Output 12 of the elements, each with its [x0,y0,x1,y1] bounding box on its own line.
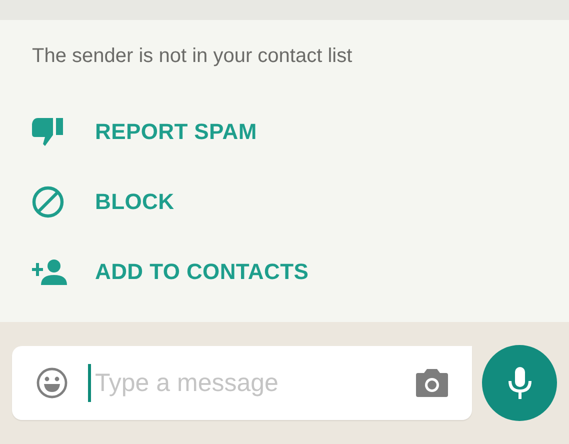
action-link[interactable]: ADD TO CONTACTS [95,259,309,285]
notice-text: The sender is not in your contact list [32,44,354,69]
message-field[interactable]: Type a message [12,346,472,420]
smiley-icon[interactable] [36,367,68,399]
action-link[interactable]: BLOCK [95,189,174,215]
camera-icon[interactable] [416,369,448,397]
microphone-icon [508,367,532,399]
thumbs-down-icon [32,118,64,146]
add-person-icon [32,259,68,285]
block-icon [32,186,64,218]
message-input[interactable]: Type a message [95,368,416,398]
action-link[interactable]: REPORT SPAM [95,119,257,145]
